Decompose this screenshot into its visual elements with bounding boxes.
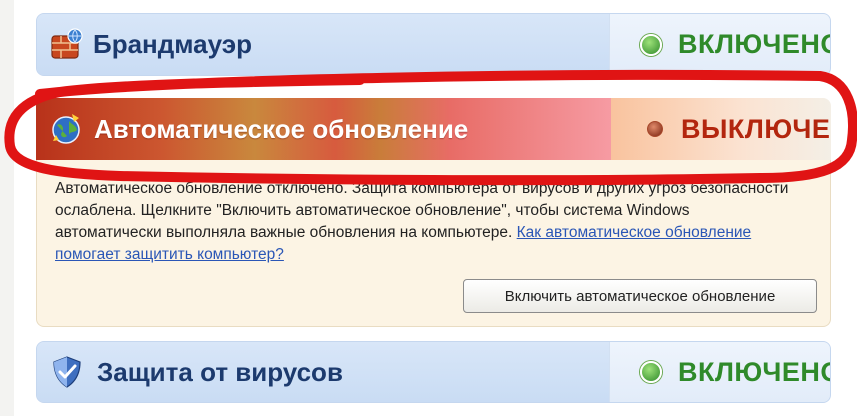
status-area: ВКЛЮЧЕНО ⌄ xyxy=(609,342,830,402)
details-text-block: Автоматическое обновление отключено. Защ… xyxy=(55,178,795,266)
enable-auto-update-button[interactable]: Включить автоматическое обновление xyxy=(463,279,817,313)
status-area: ВКЛЮЧЕНО ⌄ xyxy=(609,14,830,75)
status-text: ВЫКЛЮЧЕНО xyxy=(681,113,831,144)
section-title: Автоматическое обновление xyxy=(94,113,469,144)
status-on-icon xyxy=(640,33,662,56)
section-header[interactable]: Защита от вирусов xyxy=(37,342,609,402)
section-title: Брандмауэр xyxy=(93,29,252,59)
section-automatic-updates[interactable]: Автоматическое обновление ВЫКЛЮЧЕНО ⌃ xyxy=(36,98,831,160)
firewall-icon xyxy=(51,27,83,59)
status-area: ВЫКЛЮЧЕНО ⌃ xyxy=(611,98,831,160)
section-title: Защита от вирусов xyxy=(97,356,343,387)
section-header[interactable]: Брандмауэр xyxy=(37,14,609,75)
section-header[interactable]: Автоматическое обновление xyxy=(36,98,611,160)
details-panel: Автоматическое обновление отключено. Защ… xyxy=(36,160,831,327)
section-virus-protection[interactable]: Защита от вирусов ВКЛЮЧЕНО ⌄ xyxy=(36,341,831,403)
status-off-icon xyxy=(647,121,663,137)
status-text: ВКЛЮЧЕНО xyxy=(678,356,831,387)
left-margin-strip xyxy=(0,0,14,416)
status-on-icon xyxy=(640,361,662,383)
globe-update-icon xyxy=(52,114,80,144)
shield-icon xyxy=(53,356,81,388)
section-firewall[interactable]: Брандмауэр ВКЛЮЧЕНО ⌄ xyxy=(36,13,831,76)
status-text: ВКЛЮЧЕНО xyxy=(678,29,831,59)
